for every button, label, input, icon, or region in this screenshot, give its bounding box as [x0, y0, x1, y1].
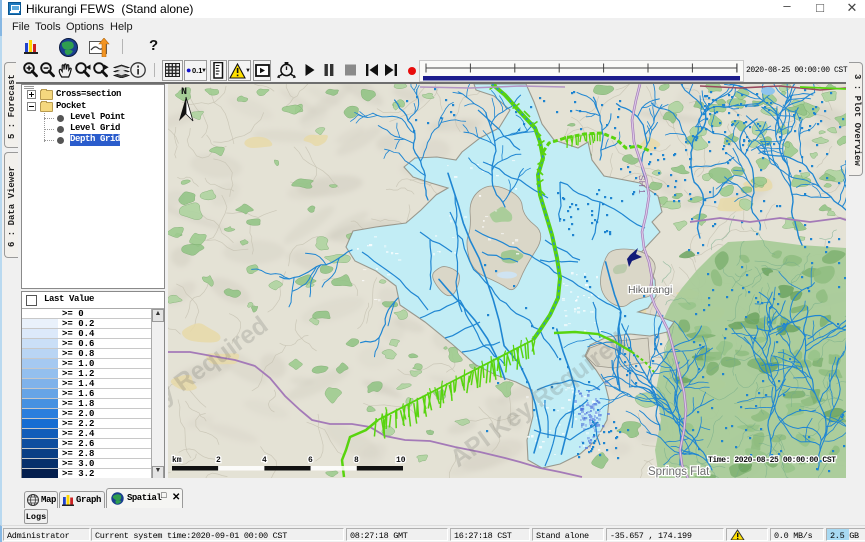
svg-text:Time: 2020-08-25 00:00:00 CST: Time: 2020-08-25 00:00:00 CST [708, 456, 836, 465]
svg-text:6: 6 [308, 456, 313, 465]
svg-text:2: 2 [216, 456, 221, 465]
svg-text:Springs Flat: Springs Flat [648, 466, 710, 478]
svg-text:Hikurangi: Hikurangi [628, 284, 672, 296]
svg-text:10: 10 [396, 456, 406, 465]
svg-text:8: 8 [354, 456, 359, 465]
svg-text:SH 1: SH 1 [637, 175, 647, 194]
svg-text:N: N [181, 87, 187, 98]
svg-text:4: 4 [262, 456, 267, 465]
svg-text:km: km [172, 456, 182, 465]
